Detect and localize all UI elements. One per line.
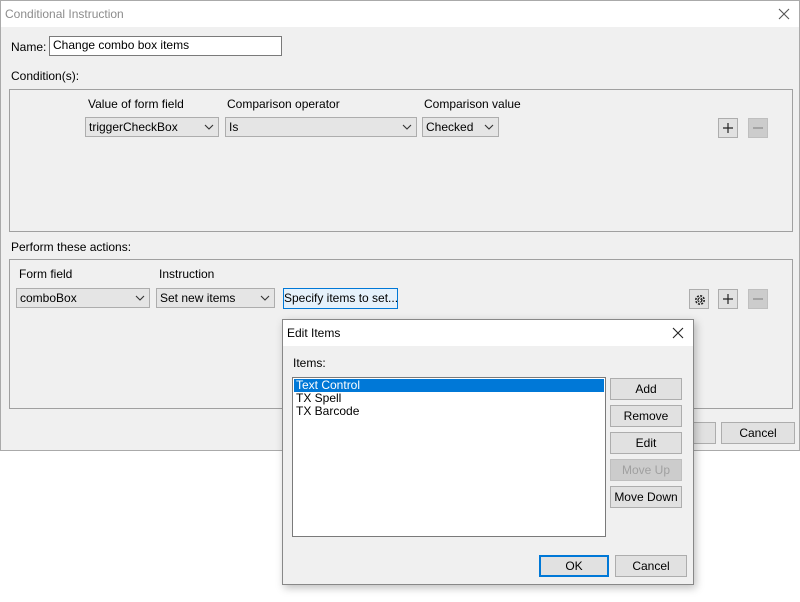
action-form-field-select[interactable]: comboBox (16, 288, 150, 308)
remove-item-button[interactable]: Remove (610, 405, 682, 427)
list-item[interactable]: TX Barcode (294, 405, 604, 418)
instruction-value: Set new items (160, 291, 236, 305)
minus-icon (753, 127, 763, 129)
close-icon[interactable] (774, 5, 794, 23)
ok-button[interactable]: OK (539, 555, 609, 577)
close-icon[interactable] (668, 324, 688, 342)
edit-items-dialog: Edit Items Items: Text Control TX Spell … (282, 319, 694, 585)
comparison-value-select[interactable]: Checked (422, 117, 499, 137)
items-label: Items: (293, 356, 326, 370)
plus-icon (723, 294, 733, 304)
chevron-down-icon (260, 295, 270, 301)
chevron-down-icon (484, 124, 494, 130)
window-title: Conditional Instruction (5, 7, 124, 21)
action-form-field-value: comboBox (20, 291, 77, 305)
items-listbox[interactable]: Text Control TX Spell TX Barcode (292, 377, 606, 537)
main-cancel-button[interactable]: Cancel (721, 422, 795, 444)
specify-items-button[interactable]: Specify items to set... (283, 288, 398, 309)
actions-label: Perform these actions: (11, 240, 132, 254)
add-condition-button[interactable] (718, 118, 738, 138)
remove-condition-button[interactable] (748, 118, 768, 138)
header-comparison-operator: Comparison operator (227, 97, 340, 111)
comparison-operator-select[interactable]: Is (225, 117, 417, 137)
name-label: Name: (11, 40, 47, 54)
add-action-button[interactable] (718, 289, 738, 309)
conditions-label: Condition(s): (11, 69, 80, 83)
chevron-down-icon (135, 295, 145, 301)
condition-form-field-value: triggerCheckBox (89, 120, 178, 134)
name-input-value: Change combo box items (53, 38, 190, 52)
add-item-button[interactable]: Add (610, 378, 682, 400)
action-settings-button[interactable] (689, 289, 709, 309)
minus-icon (753, 298, 763, 300)
move-up-button[interactable]: Move Up (610, 459, 682, 481)
comparison-value-value: Checked (426, 120, 474, 134)
chevron-down-icon (204, 124, 214, 130)
comparison-operator-value: Is (229, 120, 239, 134)
gear-lightning-icon (695, 295, 705, 305)
cancel-button[interactable]: Cancel (615, 555, 687, 577)
condition-form-field-select[interactable]: triggerCheckBox (85, 117, 219, 137)
plus-icon (723, 123, 733, 133)
header-form-field: Form field (19, 267, 73, 281)
header-instruction: Instruction (159, 267, 215, 281)
header-value-of-form-field: Value of form field (88, 97, 184, 111)
conditions-group: Value of form field Comparison operator … (9, 89, 793, 232)
dialog-title: Edit Items (287, 326, 341, 340)
chevron-down-icon (402, 124, 412, 130)
title-bar: Conditional Instruction (1, 1, 799, 27)
edit-item-button[interactable]: Edit (610, 432, 682, 454)
dialog-title-bar: Edit Items (283, 320, 693, 346)
header-comparison-value: Comparison value (424, 97, 521, 111)
move-down-button[interactable]: Move Down (610, 486, 682, 508)
name-input[interactable]: Change combo box items (49, 36, 282, 56)
instruction-select[interactable]: Set new items (156, 288, 275, 308)
remove-action-button[interactable] (748, 289, 768, 309)
